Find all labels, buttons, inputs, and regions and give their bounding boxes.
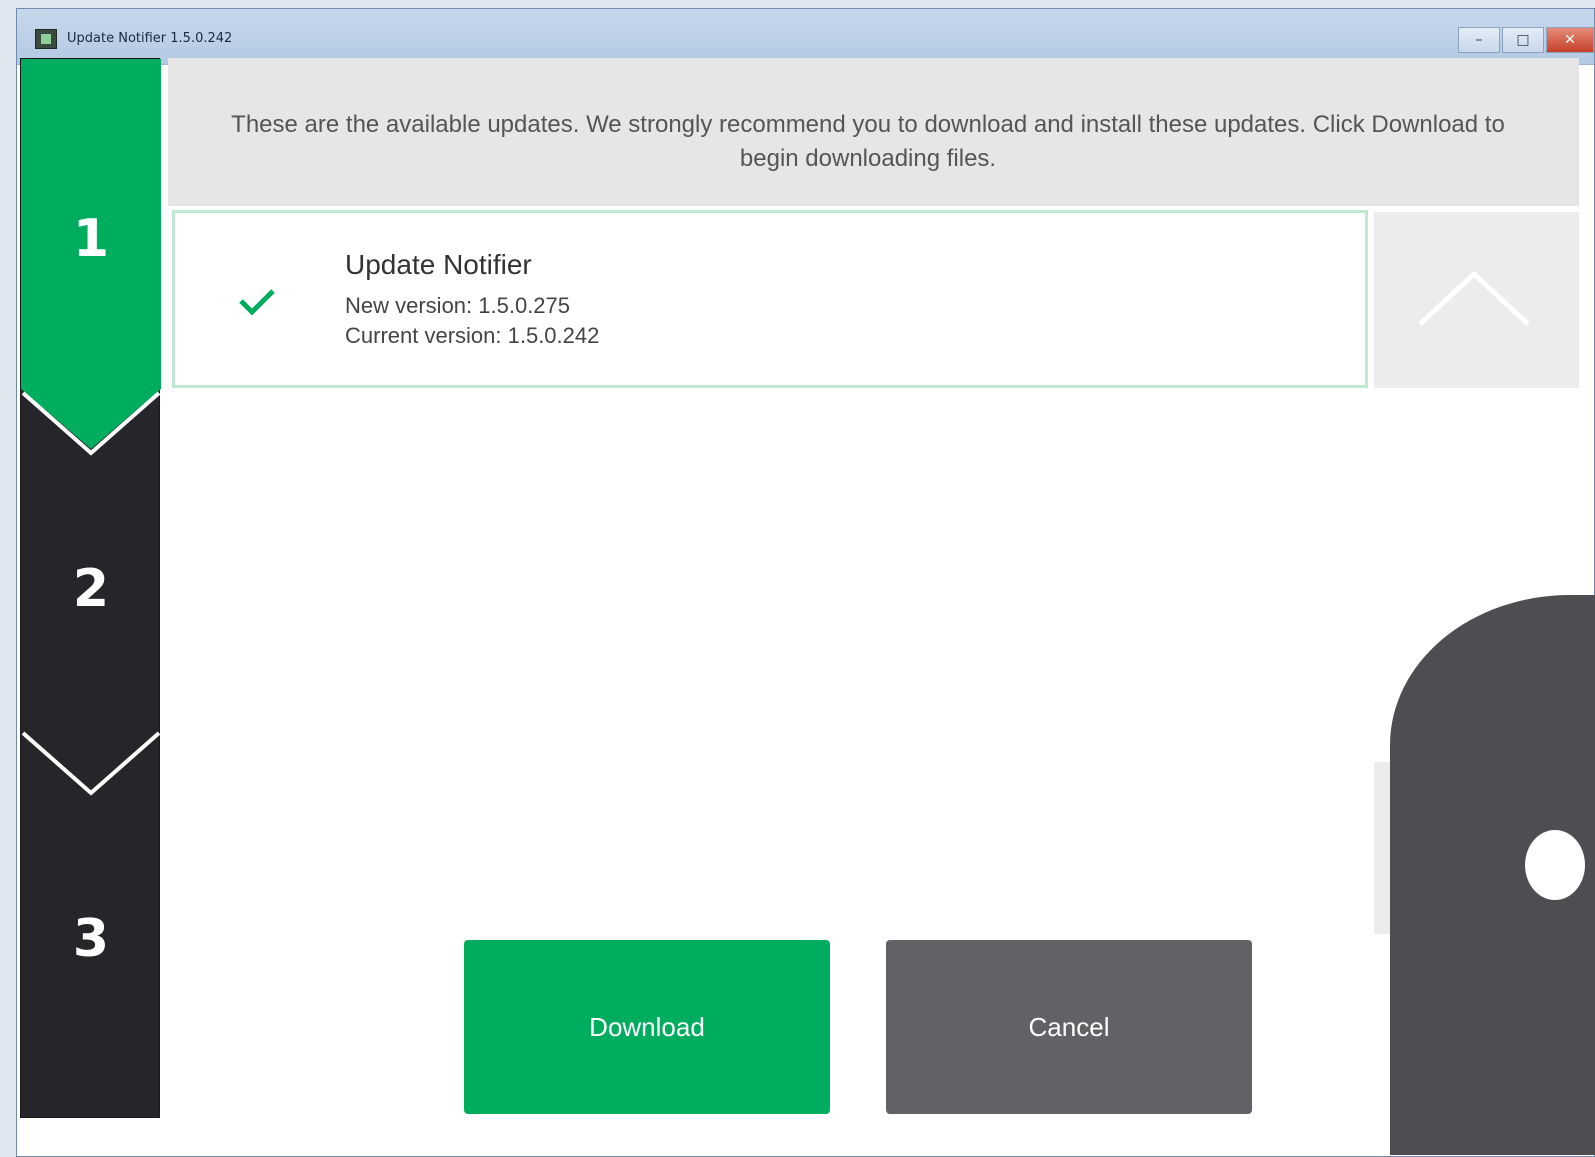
chevron-up-icon (1418, 270, 1530, 326)
app-icon (35, 29, 57, 49)
close-button[interactable]: ✕ (1546, 27, 1594, 53)
title-bar[interactable]: Update Notifier 1.5.0.242 – □ ✕ (17, 9, 1594, 65)
scroll-up-button[interactable] (1374, 212, 1579, 388)
step-1-number: 1 (72, 209, 110, 269)
current-version-text: Current version: 1.5.0.242 (345, 323, 600, 348)
chevron-down-icon (21, 731, 161, 796)
chevron-down-icon (21, 391, 161, 456)
cancel-button[interactable]: Cancel (886, 940, 1252, 1114)
new-version-text: New version: 1.5.0.275 (345, 293, 571, 318)
info-header: These are the available updates. We stro… (168, 58, 1579, 206)
update-name: Update Notifier (345, 249, 532, 280)
info-message: These are the available updates. We stro… (231, 111, 1505, 172)
checkmark-icon (239, 289, 275, 316)
window-title: Update Notifier 1.5.0.242 (67, 31, 233, 46)
step-3-number: 3 (72, 909, 110, 969)
step-2-number: 2 (72, 559, 110, 619)
download-button[interactable]: Download (464, 940, 830, 1114)
update-list-item[interactable]: Update Notifier New version: 1.5.0.275 C… (172, 210, 1368, 388)
maximize-button[interactable]: □ (1502, 27, 1544, 53)
window-controls: – □ ✕ (1456, 27, 1594, 55)
minimize-button[interactable]: – (1458, 27, 1500, 53)
overlay-handle-icon[interactable] (1525, 830, 1585, 900)
step-rail: 1 2 3 (20, 58, 161, 1118)
